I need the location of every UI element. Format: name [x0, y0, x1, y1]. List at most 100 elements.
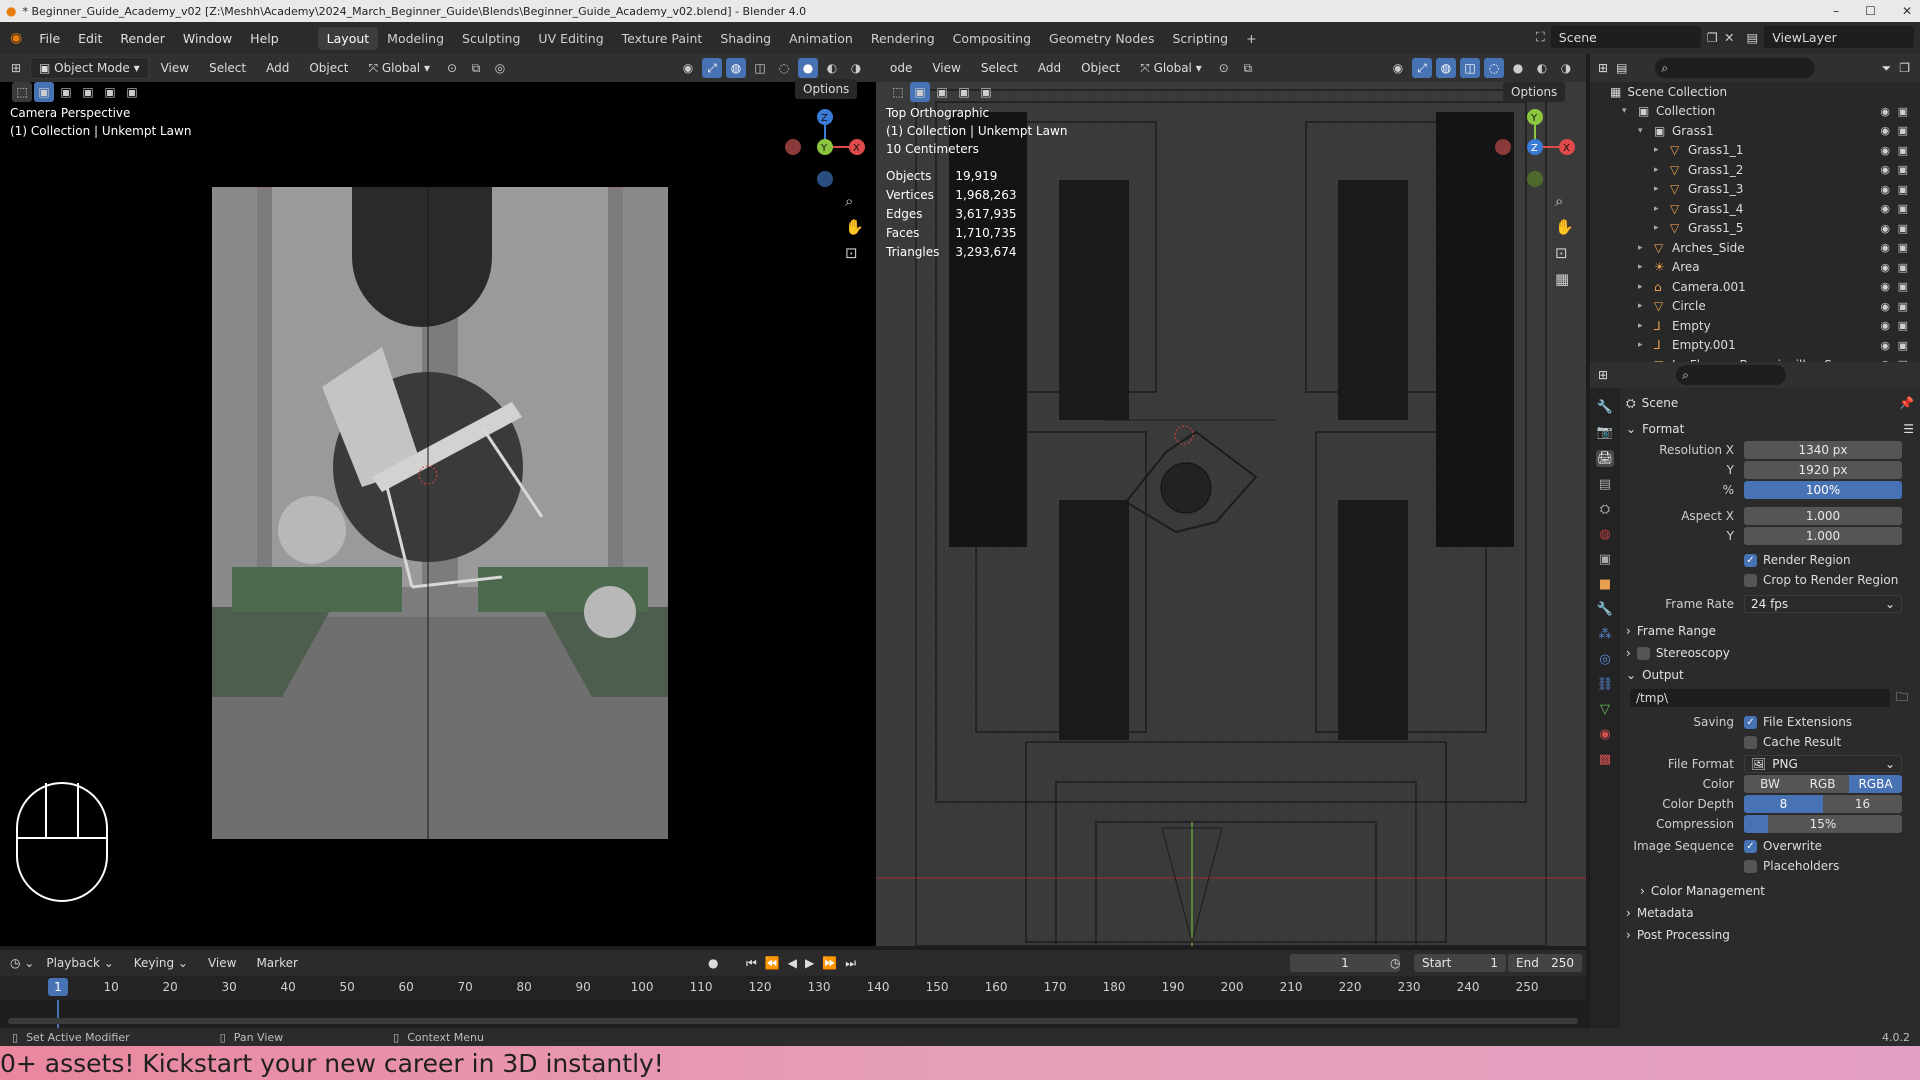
right-menu-select[interactable]: Select	[973, 58, 1026, 78]
crop-region-checkbox[interactable]: Crop to Render Region	[1626, 570, 1914, 590]
right-material-shading-icon[interactable]: ◐	[1532, 58, 1552, 78]
delete-scene-icon[interactable]: ✕	[1724, 30, 1734, 45]
expand-arrow-icon[interactable]: ▸	[1638, 340, 1650, 350]
workspace-tab-sculpting[interactable]: Sculpting	[453, 27, 529, 50]
timeline-playback-menu[interactable]: Playback ⌄	[38, 954, 121, 972]
timeline-view-menu[interactable]: View	[200, 954, 244, 972]
output-panel-header[interactable]: ⌄ Output	[1626, 664, 1914, 686]
outliner-item[interactable]: ▸ ⅃ Empty ◉ ▣	[1590, 316, 1920, 336]
particles-tab-icon[interactable]: ⁂	[1599, 627, 1612, 642]
aspect-x-field[interactable]: 1.000	[1744, 507, 1902, 525]
right-mode-dropdown[interactable]: ode	[882, 58, 920, 78]
outliner-item[interactable]: ▸ ▽ Grass1_3 ◉ ▣	[1590, 180, 1920, 200]
render-region-checkbox[interactable]: ✓ Render Region	[1626, 550, 1914, 570]
workspace-tab-layout[interactable]: Layout	[317, 26, 379, 50]
stereoscopy-panel-header[interactable]: › Stereoscopy	[1626, 642, 1914, 664]
left-options-button[interactable]: Options	[795, 79, 858, 99]
frame-rate-dropdown[interactable]: 24 fps ⌄	[1744, 595, 1902, 613]
timeline-scrollbar[interactable]	[8, 1018, 1578, 1024]
right-pivot-icon[interactable]: ⊙	[1214, 58, 1234, 78]
scene-selector[interactable]: Scene	[1550, 26, 1701, 48]
pin-icon[interactable]: 📌	[1899, 396, 1914, 410]
play-reverse-icon[interactable]: ◀	[788, 956, 797, 971]
color-rgb-option[interactable]: RGB	[1796, 775, 1849, 793]
outliner-item[interactable]: ▸ ▽ Grass1_2 ◉ ▣	[1590, 160, 1920, 180]
new-scene-icon[interactable]: ❐	[1707, 30, 1718, 45]
right-zoom-icon[interactable]: ⌕	[1555, 192, 1574, 210]
render-tab-icon[interactable]: 📷	[1597, 425, 1613, 440]
pivot-icon[interactable]: ⊙	[442, 58, 462, 78]
expand-arrow-icon[interactable]: ▸	[1638, 321, 1650, 331]
viewlayer-selector[interactable]: ViewLayer	[1764, 26, 1915, 48]
render-visibility-icon[interactable]: ▣	[1898, 261, 1908, 274]
right-gizmo-toggle-icon[interactable]: ⤢	[1412, 58, 1432, 78]
minimize-button[interactable]: –	[1833, 4, 1839, 18]
render-visibility-icon[interactable]: ▣	[1898, 280, 1908, 293]
resolution-percent-field[interactable]: 100%	[1744, 481, 1902, 499]
right-camera-view-icon[interactable]: ⊡	[1555, 244, 1574, 262]
workspace-tab-uv-editing[interactable]: UV Editing	[529, 27, 612, 50]
placeholders-checkbox[interactable]: Placeholders	[1626, 856, 1914, 876]
menu-window[interactable]: Window	[174, 31, 241, 46]
world-tab-icon[interactable]: ◍	[1599, 527, 1610, 542]
select-mode-intersect-icon[interactable]: ▣	[122, 82, 142, 102]
right-overlay-toggle-icon[interactable]: ◍	[1436, 58, 1456, 78]
workspace-tab-shading[interactable]: Shading	[711, 27, 780, 50]
material-shading-icon[interactable]: ◐	[822, 58, 842, 78]
metadata-panel-header[interactable]: › Metadata	[1626, 902, 1914, 924]
menu-edit[interactable]: Edit	[69, 31, 111, 46]
menu-render[interactable]: Render	[111, 31, 174, 46]
select-mode-extend-icon[interactable]: ▣	[56, 82, 76, 102]
timeline-keying-menu[interactable]: Keying ⌄	[126, 954, 196, 972]
left-menu-select[interactable]: Select	[201, 58, 254, 78]
physics-tab-icon[interactable]: ◎	[1599, 652, 1610, 667]
select-box-tool-icon[interactable]: ⬚	[12, 82, 32, 102]
solid-shading-icon[interactable]: ●	[798, 58, 818, 78]
tool-tab-icon[interactable]: 🔧	[1597, 400, 1613, 415]
left-menu-add[interactable]: Add	[258, 58, 297, 78]
record-icon[interactable]: ●	[708, 956, 718, 970]
overlay-toggle-icon[interactable]: ◍	[726, 58, 746, 78]
prev-keyframe-icon[interactable]: ⏪	[765, 956, 780, 971]
visibility-eye-icon[interactable]: ◉	[1880, 222, 1890, 235]
resolution-y-field[interactable]: 1920 px	[1744, 461, 1902, 479]
render-visibility-icon[interactable]: ▣	[1898, 163, 1908, 176]
modifier-tab-icon[interactable]: 🔧	[1597, 602, 1613, 617]
left-mode-dropdown[interactable]: ▣ Object Mode ▾	[30, 57, 149, 79]
left-navigation-gizmo[interactable]: Z X Y	[785, 107, 865, 187]
editor-type-icon[interactable]: ⊞	[6, 58, 26, 78]
resolution-x-field[interactable]: 1340 px	[1744, 441, 1902, 459]
format-panel-header[interactable]: ⌄ Format ☰	[1626, 418, 1914, 440]
render-visibility-icon[interactable]: ▣	[1898, 124, 1908, 137]
outliner-editor-icon[interactable]: ⊞	[1598, 61, 1608, 75]
outliner-item[interactable]: ▸ ⌂ Camera.001 ◉ ▣	[1590, 277, 1920, 297]
expand-arrow-icon[interactable]: ▸	[1654, 223, 1666, 233]
left-orientation-dropdown[interactable]: ⤧ Global ▾	[360, 58, 438, 79]
outliner-item[interactable]: ▸ ▽ Grass1_5 ◉ ▣	[1590, 219, 1920, 239]
properties-search-input[interactable]: ⌕	[1676, 365, 1787, 385]
gizmo-toggle-icon[interactable]: ⤢	[702, 58, 722, 78]
workspace-tab-rendering[interactable]: Rendering	[862, 27, 944, 50]
folder-icon[interactable]: 🗀	[1896, 688, 1908, 709]
pan-hand-icon[interactable]: ✋	[845, 218, 864, 236]
presets-icon[interactable]: ☰	[1903, 422, 1914, 436]
visibility-eye-icon[interactable]: ◉	[1880, 300, 1890, 313]
right-pan-hand-icon[interactable]: ✋	[1555, 218, 1574, 236]
render-visibility-icon[interactable]: ▣	[1898, 339, 1908, 352]
right-navigation-gizmo[interactable]: Y X Z	[1495, 107, 1575, 187]
color-rgba-option[interactable]: RGBA	[1849, 775, 1902, 793]
overwrite-checkbox[interactable]: ✓	[1744, 839, 1757, 853]
visibility-eye-icon[interactable]: ◉	[1880, 261, 1890, 274]
visibility-icon[interactable]: ◉	[678, 58, 698, 78]
workspace-tab-modeling[interactable]: Modeling	[378, 27, 453, 50]
right-rendered-shading-icon[interactable]: ◑	[1556, 58, 1576, 78]
outliner-item[interactable]: ▸ ▽ Grass1_4 ◉ ▣	[1590, 199, 1920, 219]
workspace-tab-texture-paint[interactable]: Texture Paint	[613, 27, 712, 50]
outliner-item[interactable]: ▸ ▽ Arches_Side ◉ ▣	[1590, 238, 1920, 258]
right-ortho-toggle-icon[interactable]: ▦	[1555, 270, 1574, 288]
render-visibility-icon[interactable]: ▣	[1898, 300, 1908, 313]
constraints-tab-icon[interactable]: ⛓	[1597, 677, 1614, 692]
select-mode-subtract-icon[interactable]: ▣	[78, 82, 98, 102]
xray-icon[interactable]: ◫	[750, 58, 770, 78]
right-menu-view[interactable]: View	[924, 58, 968, 78]
